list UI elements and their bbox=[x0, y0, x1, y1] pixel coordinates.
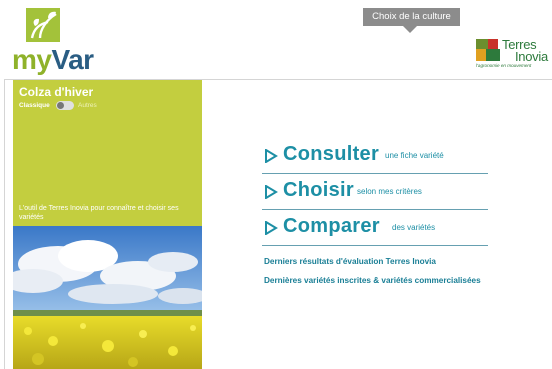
menu-sub-consulter: une fiche variété bbox=[385, 151, 444, 160]
culture-button-pointer bbox=[403, 26, 417, 33]
menu-label-consulter: Consulter bbox=[283, 143, 380, 165]
logo-block bbox=[476, 39, 488, 49]
culture-title: Colza d'hiver bbox=[19, 85, 94, 99]
logo-block bbox=[476, 49, 486, 61]
menu-sub-choisir: selon mes critères bbox=[357, 187, 422, 196]
toggle-label-autres: Autres bbox=[78, 102, 97, 109]
myvar-logo[interactable]: myVar bbox=[8, 6, 98, 76]
menu-label-comparer: Comparer bbox=[283, 215, 380, 237]
rapeseed-field-photo bbox=[13, 226, 202, 369]
latest-results-link[interactable]: Derniers résultats d'évaluation Terres I… bbox=[264, 257, 436, 266]
header: myVar Choix de la culture Terres Inovia … bbox=[0, 0, 552, 78]
menu-sub-comparer: des variétés bbox=[392, 223, 436, 232]
terres-inovia-logo[interactable]: Terres Inovia l'agronomie en mouvement bbox=[474, 36, 552, 70]
choose-culture-button[interactable]: Choix de la culture bbox=[363, 8, 460, 26]
menu-comparer[interactable]: Comparer des variétés bbox=[262, 210, 488, 246]
logo-block bbox=[488, 39, 498, 49]
menu-consulter[interactable]: Consulter une fiche variété bbox=[262, 138, 488, 174]
new-varieties-link[interactable]: Dernières variétés inscrites & variétés … bbox=[264, 276, 481, 285]
sprout-icon bbox=[30, 11, 57, 39]
partner-tagline: l'agronomie en mouvement bbox=[476, 63, 532, 68]
toggle-knob bbox=[57, 102, 64, 109]
panel-description: L'outil de Terres Inovia pour connaître … bbox=[19, 205, 179, 221]
variety-type-toggle[interactable] bbox=[56, 101, 74, 110]
main-menu: Consulter une fiche variété Choisir selo… bbox=[262, 138, 488, 246]
logo-block bbox=[486, 49, 500, 61]
play-arrow-icon bbox=[265, 221, 278, 235]
play-arrow-icon bbox=[265, 185, 278, 199]
culture-panel: Colza d'hiver Classique Autres L'outil d… bbox=[13, 80, 202, 369]
toggle-label-classique: Classique bbox=[19, 102, 50, 109]
menu-choisir[interactable]: Choisir selon mes critères bbox=[262, 174, 488, 210]
app-name: myVar bbox=[12, 44, 94, 75]
menu-label-choisir: Choisir bbox=[283, 179, 354, 201]
partner-name-line2: Inovia bbox=[515, 49, 548, 64]
play-arrow-icon bbox=[265, 149, 278, 163]
